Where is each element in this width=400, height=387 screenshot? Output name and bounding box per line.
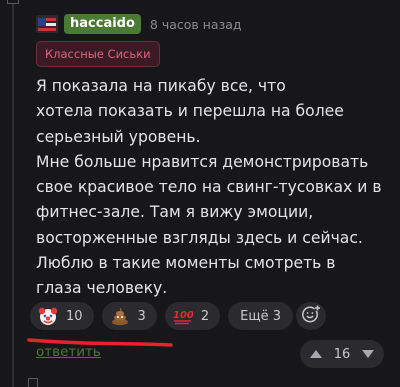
poop-emoji-icon — [110, 306, 130, 326]
thread-branch-bottom — [28, 378, 38, 387]
clown-emoji-icon — [38, 306, 58, 326]
reaction-poop[interactable]: 3 — [101, 302, 157, 330]
comment-line: Мне больше нравится демонстрировать — [36, 152, 369, 171]
smile-plus-icon — [301, 304, 321, 328]
reply-link[interactable]: ответить — [36, 344, 101, 360]
comment-line: глаза человеку. — [36, 279, 168, 298]
comment-line: Я показала на пикабу все, что — [36, 77, 286, 95]
timestamp: 8 часов назад — [149, 16, 242, 32]
reaction-count: 3 — [137, 308, 146, 324]
comment-text: Я показала на пикабу все, что хотела пок… — [36, 74, 392, 302]
reactions-bar: 10 3 100 2 Ещё 3 — [30, 302, 293, 330]
reaction-clown[interactable]: 10 — [30, 302, 94, 330]
comment-header: haccaido 8 часов назад — [36, 13, 242, 35]
svg-text:100: 100 — [173, 310, 193, 321]
reaction-count: 2 — [200, 308, 210, 324]
rating-control: 16 — [300, 340, 384, 368]
username[interactable]: haccaido — [64, 14, 141, 34]
avatar[interactable] — [36, 15, 58, 33]
community-badge[interactable]: Классные Сиськи — [36, 41, 160, 67]
comment-line: фитнес-зале. Там я вижу эмоции, — [36, 203, 314, 222]
downvote-arrow-icon[interactable] — [361, 350, 374, 358]
thread-line — [12, 0, 14, 387]
upvote-arrow-icon[interactable] — [310, 350, 322, 358]
comment-line: Люблю в такие моменты смотреть в — [36, 254, 336, 273]
thread-branch-top — [7, 0, 19, 4]
reaction-count: 10 — [66, 308, 83, 324]
more-reactions-button[interactable]: Ещё 3 — [228, 302, 293, 330]
comment-line: серьезный уровень. — [36, 127, 201, 146]
comment-line: восторженные взгляды здесь и сейчас. — [36, 228, 363, 247]
hundred-emoji-icon: 100 — [173, 306, 193, 326]
reaction-hundred[interactable]: 100 2 — [164, 302, 221, 330]
rating-value: 16 — [333, 346, 351, 362]
comment-line: хотела показать и перешла на более — [36, 102, 344, 121]
comment-line: свое красивое тело на свинг-тусовках и в — [36, 178, 382, 197]
add-reaction-button[interactable] — [296, 302, 326, 330]
